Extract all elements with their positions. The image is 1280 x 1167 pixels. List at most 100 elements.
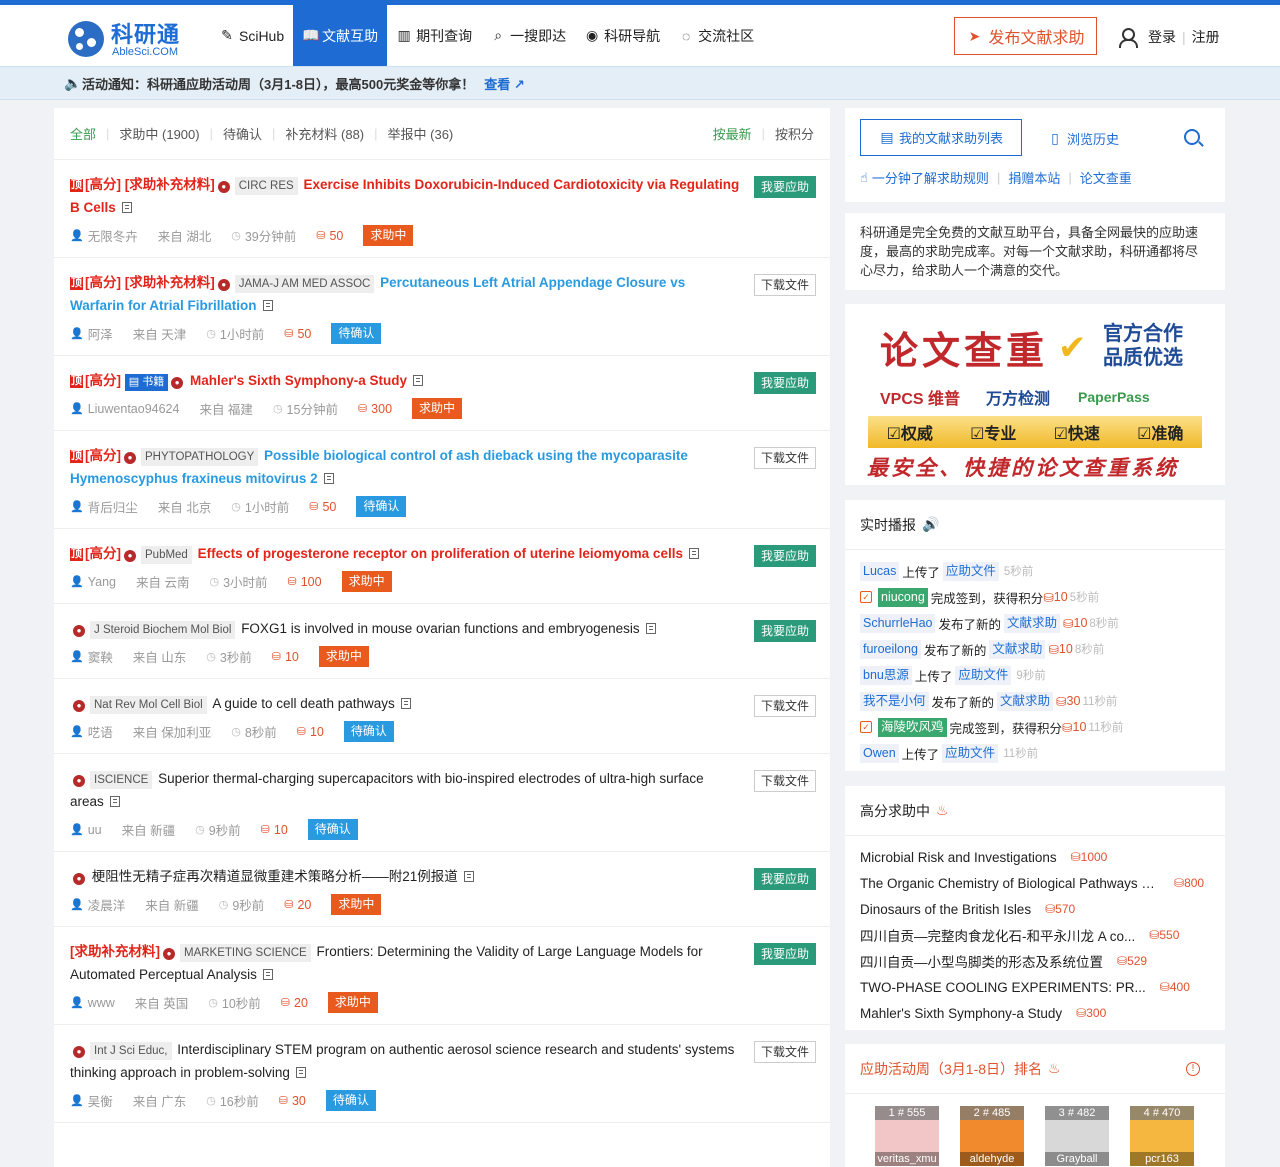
high-score-item[interactable]: Mahler's Sixth Symphony-a Study ⛁300: [860, 1000, 1210, 1026]
copy-icon[interactable]: [688, 548, 699, 559]
requester[interactable]: 👤 呓语: [70, 722, 113, 741]
request-title-link[interactable]: A guide to cell death pathways: [212, 696, 394, 711]
notice-view-link[interactable]: 查看 ↗: [484, 74, 525, 93]
rules-link[interactable]: 一分钟了解求助规则: [872, 168, 989, 187]
publish-request-button[interactable]: ➤ 发布文献求助: [954, 17, 1097, 55]
feed-user[interactable]: bnu思源: [860, 665, 912, 685]
download-file-button[interactable]: 下载文件: [753, 1041, 816, 1063]
ranking-avatar-card[interactable]: 4 # 470 pcr163: [1130, 1106, 1194, 1166]
plagiarism-ad-banner[interactable]: 论文查重 ✔ 官方合作 品质优选 VPCS 维普 万方检测 PaperPass …: [860, 314, 1210, 480]
respond-button[interactable]: 我要应助: [753, 620, 816, 642]
copy-icon[interactable]: [121, 202, 132, 213]
copy-icon[interactable]: [463, 871, 474, 882]
high-score-item[interactable]: Dinosaurs of the British Isles ⛁570: [860, 896, 1210, 922]
copy-icon[interactable]: [295, 1067, 306, 1078]
requester[interactable]: 👤 吴衡: [70, 1091, 113, 1110]
requester[interactable]: 👤 uu: [70, 823, 102, 837]
journal-tag[interactable]: CIRC RES: [234, 177, 298, 195]
nav-item-5[interactable]: ◌ 交流社区: [669, 5, 763, 66]
high-score-item[interactable]: The Organic Chemistry of Biological Path…: [860, 870, 1210, 896]
request-title-link[interactable]: 梗阻性无精子症再次精道显微重建术策略分析——附21例报道: [92, 869, 458, 884]
request-title-link[interactable]: Effects of progesterone receptor on prol…: [198, 546, 683, 561]
high-score-title-link[interactable]: Mahler's Sixth Symphony-a Study: [860, 1006, 1062, 1021]
copy-icon[interactable]: [400, 698, 411, 709]
requester[interactable]: 👤 www: [70, 996, 115, 1010]
high-score-item[interactable]: Microbial Risk and Investigations ⛁1000: [860, 844, 1210, 870]
feed-user[interactable]: niucong: [878, 587, 928, 607]
sort-option[interactable]: 按最新: [713, 124, 752, 143]
copy-icon[interactable]: [262, 300, 273, 311]
copy-icon[interactable]: [413, 375, 423, 386]
filter-tab[interactable]: 补充材料 (88): [285, 124, 364, 143]
copy-icon[interactable]: [109, 796, 120, 807]
feed-user[interactable]: Lucas: [860, 561, 900, 581]
copy-icon[interactable]: [262, 969, 273, 980]
feed-target-link[interactable]: 文献求助: [1004, 613, 1061, 633]
requester[interactable]: 👤 Liuwentao94624: [70, 402, 179, 416]
download-file-button[interactable]: 下载文件: [753, 274, 816, 296]
respond-button[interactable]: 我要应助: [753, 868, 816, 890]
high-score-item[interactable]: 四川自贡—小型鸟脚类的形态及系统位置 ⛁529: [860, 948, 1210, 974]
register-link[interactable]: 注册: [1192, 27, 1220, 47]
journal-tag[interactable]: JAMA-J AM MED ASSOC: [234, 275, 375, 293]
respond-button[interactable]: 我要应助: [753, 943, 816, 965]
high-score-title-link[interactable]: Microbial Risk and Investigations: [860, 850, 1057, 865]
filter-tab[interactable]: 全部: [70, 124, 96, 143]
nav-item-0[interactable]: ✎ SciHub: [210, 5, 293, 66]
high-score-title-link[interactable]: 四川自贡—完整肉食龙化石-和平永川龙 A co...: [860, 925, 1135, 945]
request-title-link[interactable]: Mahler's Sixth Symphony-a Study: [190, 373, 407, 388]
ranking-avatar-card[interactable]: 1 # 555 veritas_xmu: [875, 1106, 939, 1166]
journal-tag[interactable]: PHYTOPATHOLOGY: [141, 448, 259, 466]
high-score-title-link[interactable]: 四川自贡—小型鸟脚类的形态及系统位置: [860, 951, 1103, 971]
download-file-button[interactable]: 下载文件: [753, 447, 816, 469]
login-link[interactable]: 登录: [1148, 27, 1176, 47]
journal-tag[interactable]: ISCIENCE: [90, 771, 153, 789]
feed-user[interactable]: 我不是小何: [860, 691, 929, 711]
high-score-title-link[interactable]: The Organic Chemistry of Biological Path…: [860, 876, 1160, 891]
journal-tag[interactable]: Nat Rev Mol Cell Biol: [90, 696, 207, 714]
respond-button[interactable]: 我要应助: [753, 545, 816, 567]
high-score-title-link[interactable]: Dinosaurs of the British Isles: [860, 902, 1031, 917]
sort-option[interactable]: 按积分: [775, 124, 814, 143]
feed-target-link[interactable]: 应助文件: [942, 743, 999, 763]
feed-target-link[interactable]: 应助文件: [955, 665, 1012, 685]
requester[interactable]: 👤 Yang: [70, 575, 116, 589]
info-icon[interactable]: !: [1186, 1062, 1200, 1076]
requester[interactable]: 👤 无限冬卉: [70, 226, 138, 245]
request-title-link[interactable]: Superior thermal-charging supercapacitor…: [70, 771, 704, 809]
nav-item-1[interactable]: 📖 文献互助: [293, 5, 388, 66]
download-file-button[interactable]: 下载文件: [753, 695, 816, 717]
feed-user[interactable]: 海陵吹风鸡: [878, 717, 947, 737]
feed-user[interactable]: Owen: [860, 743, 899, 763]
feed-target-link[interactable]: 文献求助: [989, 639, 1046, 659]
requester[interactable]: 👤 背后归尘: [70, 497, 138, 516]
donate-link[interactable]: 捐赠本站: [1008, 168, 1060, 187]
search-icon[interactable]: [1184, 129, 1200, 145]
nav-item-3[interactable]: ⌕ 一搜即达: [481, 5, 575, 66]
respond-button[interactable]: 我要应助: [753, 176, 816, 198]
requester[interactable]: 👤 阿泽: [70, 324, 113, 343]
journal-tag[interactable]: PubMed: [141, 546, 192, 564]
journal-tag[interactable]: Int J Sci Educ,: [90, 1042, 172, 1060]
my-requests-button[interactable]: ▤ 我的文献求助列表: [860, 119, 1022, 156]
high-score-item[interactable]: TWO-PHASE COOLING EXPERIMENTS: PR... ⛁400: [860, 974, 1210, 1000]
nav-item-4[interactable]: ◉ 科研导航: [575, 5, 669, 66]
copy-icon[interactable]: [323, 473, 334, 484]
feed-target-link[interactable]: 应助文件: [942, 561, 999, 581]
respond-button[interactable]: 我要应助: [753, 372, 816, 394]
copy-icon[interactable]: [645, 623, 656, 634]
filter-tab[interactable]: 举报中 (36): [388, 124, 454, 143]
journal-tag[interactable]: MARKETING SCIENCE: [180, 944, 311, 962]
feed-user[interactable]: SchurrleHao: [860, 613, 936, 633]
nav-item-2[interactable]: ▥ 期刊查询: [387, 5, 481, 66]
ranking-avatar-card[interactable]: 2 # 485 aldehyde: [960, 1106, 1024, 1166]
requester[interactable]: 👤 窦鞅: [70, 647, 113, 666]
download-file-button[interactable]: 下载文件: [753, 770, 816, 792]
journal-tag[interactable]: J Steroid Biochem Mol Biol: [90, 621, 236, 639]
ranking-avatar-card[interactable]: 3 # 482 Grayball: [1045, 1106, 1109, 1166]
high-score-title-link[interactable]: TWO-PHASE COOLING EXPERIMENTS: PR...: [860, 980, 1146, 995]
feed-target-link[interactable]: 文献求助: [997, 691, 1054, 711]
site-logo[interactable]: 科研通 AbleSci.COM: [68, 17, 188, 61]
high-score-item[interactable]: 四川自贡—完整肉食龙化石-和平永川龙 A co... ⛁550: [860, 922, 1210, 948]
plagiarism-check-link[interactable]: 论文查重: [1080, 168, 1132, 187]
